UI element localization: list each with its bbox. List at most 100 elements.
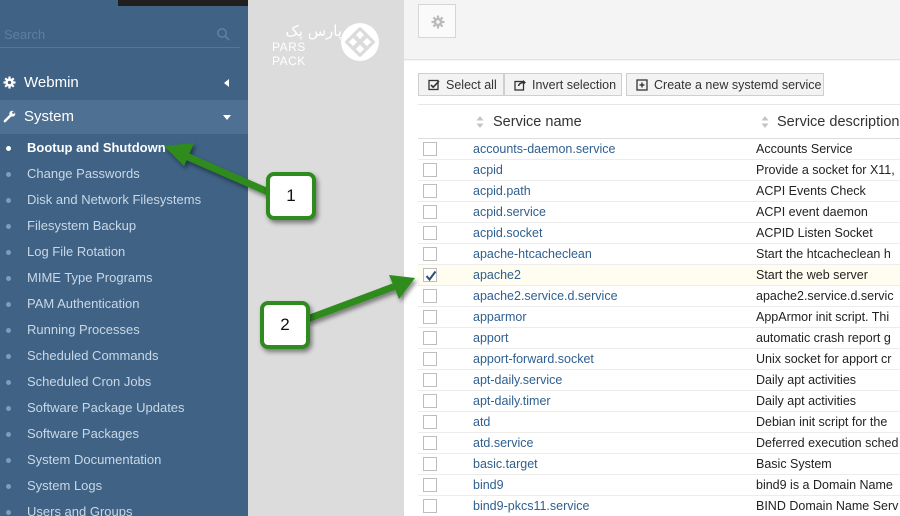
row-checkbox[interactable] [423, 394, 437, 408]
row-checkbox[interactable] [423, 499, 437, 513]
sort-icon[interactable] [476, 115, 484, 129]
service-name-link[interactable]: apparmor [473, 310, 527, 324]
create-systemd-service-label: Create a new systemd service [654, 78, 822, 92]
service-name-link[interactable]: basic.target [473, 457, 538, 471]
gear-icon [3, 76, 16, 89]
service-name-link[interactable]: atd.service [473, 436, 533, 450]
service-description: Start the htcacheclean h [756, 247, 891, 261]
sidebar-item-scheduled-cron-jobs[interactable]: Scheduled Cron Jobs [0, 370, 248, 396]
table-row[interactable]: apport-forward.socket Unix socket for app… [418, 349, 900, 370]
sidebar-item-scheduled-commands[interactable]: Scheduled Commands [0, 344, 248, 370]
search-box[interactable]: Search [0, 18, 240, 48]
search-input[interactable]: Search [4, 27, 45, 42]
sidebar-item-mime-type-programs[interactable]: MIME Type Programs [0, 266, 248, 292]
service-name-link[interactable]: apache-htcacheclean [473, 247, 592, 261]
table-row[interactable]: basic.target Basic System [418, 454, 900, 475]
row-checkbox[interactable] [423, 289, 437, 303]
annotation-callout-1: 1 [266, 172, 316, 220]
sidebar-item-users-and-groups[interactable]: Users and Groups [0, 500, 248, 516]
service-name-link[interactable]: bind9-pkcs11.service [473, 499, 590, 513]
row-checkbox[interactable] [423, 457, 437, 471]
sidebar-item-software-package-updates[interactable]: Software Package Updates [0, 396, 248, 422]
table-row[interactable]: atd.service Deferred execution sched [418, 433, 900, 454]
table-row[interactable]: acpid.socket ACPID Listen Socket [418, 223, 900, 244]
row-checkbox[interactable] [423, 436, 437, 450]
column-header-service-name[interactable]: Service name [493, 114, 582, 130]
bullet-icon [6, 198, 11, 203]
sidebar-section-webmin[interactable]: Webmin [0, 66, 248, 100]
logo-text-english: PARS PACK [272, 40, 306, 68]
sidebar-item-change-passwords[interactable]: Change Passwords [0, 162, 248, 188]
row-checkbox[interactable] [423, 247, 437, 261]
service-name-link[interactable]: apt-daily.timer [473, 394, 551, 408]
sort-icon[interactable] [761, 115, 769, 129]
row-checkbox[interactable] [423, 268, 437, 282]
sidebar-item-software-packages[interactable]: Software Packages [0, 422, 248, 448]
table-row[interactable]: acpid Provide a socket for X11, [418, 160, 900, 181]
create-systemd-service-button[interactable]: Create a new systemd service [626, 73, 824, 96]
service-name-link[interactable]: apache2.service.d.service [473, 289, 618, 303]
service-name-link[interactable]: accounts-daemon.service [473, 142, 615, 156]
plus-square-icon [636, 79, 648, 91]
share-square-icon [514, 80, 526, 91]
table-row[interactable]: accounts-daemon.service Accounts Service [418, 139, 900, 160]
sidebar-item-system-documentation[interactable]: System Documentation [0, 448, 248, 474]
row-checkbox[interactable] [423, 205, 437, 219]
row-checkbox[interactable] [423, 373, 437, 387]
service-name-link[interactable]: atd [473, 415, 490, 429]
table-row[interactable]: bind9-pkcs11.service BIND Domain Name Ser… [418, 496, 900, 516]
sidebar-item-bootup-and-shutdown[interactable]: Bootup and Shutdown [0, 136, 248, 162]
table-row[interactable]: apache2 Start the web server [418, 265, 900, 286]
service-name-link[interactable]: acpid.service [473, 205, 546, 219]
table-row[interactable]: bind9 bind9 is a Domain Name [418, 475, 900, 496]
service-description: Provide a socket for X11, [756, 163, 895, 177]
row-checkbox[interactable] [423, 478, 437, 492]
sidebar-item-running-processes[interactable]: Running Processes [0, 318, 248, 344]
row-checkbox[interactable] [423, 415, 437, 429]
table-row[interactable]: acpid.path ACPI Events Check [418, 181, 900, 202]
table-row[interactable]: apparmor AppArmor init script. Thi [418, 307, 900, 328]
row-checkbox[interactable] [423, 331, 437, 345]
table-row[interactable]: apt-daily.timer Daily apt activities [418, 391, 900, 412]
sidebar-item-label: Disk and Network Filesystems [27, 192, 202, 207]
service-name-link[interactable]: bind9 [473, 478, 504, 492]
check-square-icon [428, 79, 440, 91]
sidebar-item-pam-authentication[interactable]: PAM Authentication [0, 292, 248, 318]
service-description: Basic System [756, 457, 832, 471]
sidebar-section-system[interactable]: System [0, 100, 248, 134]
service-description: apache2.service.d.servic [756, 289, 894, 303]
service-description: Debian init script for the [756, 415, 888, 429]
logo-text: پارس پک PARS PACK [272, 22, 342, 68]
table-row[interactable]: atd Debian init script for the [418, 412, 900, 433]
service-name-link[interactable]: acpid [473, 163, 503, 177]
row-checkbox[interactable] [423, 184, 437, 198]
row-checkbox[interactable] [423, 163, 437, 177]
service-name-link[interactable]: apache2 [473, 268, 521, 282]
table-row[interactable]: apport automatic crash report g [418, 328, 900, 349]
service-name-link[interactable]: apport [473, 331, 508, 345]
table-row[interactable]: apache2.service.d.service apache2.service… [418, 286, 900, 307]
service-description: Daily apt activities [756, 373, 857, 387]
table-row[interactable]: apt-daily.service Daily apt activities [418, 370, 900, 391]
service-name-link[interactable]: apport-forward.socket [473, 352, 594, 366]
sidebar-item-log-file-rotation[interactable]: Log File Rotation [0, 240, 248, 266]
sidebar-item-label: System Logs [27, 478, 103, 493]
invert-selection-button[interactable]: Invert selection [504, 73, 622, 96]
sidebar-item-filesystem-backup[interactable]: Filesystem Backup [0, 214, 248, 240]
row-checkbox[interactable] [423, 142, 437, 156]
row-checkbox[interactable] [423, 310, 437, 324]
module-config-button[interactable] [418, 4, 456, 38]
row-checkbox[interactable] [423, 352, 437, 366]
service-name-link[interactable]: acpid.socket [473, 226, 542, 240]
search-icon[interactable] [216, 27, 230, 41]
row-checkbox[interactable] [423, 226, 437, 240]
select-all-button[interactable]: Select all [418, 73, 504, 96]
service-name-link[interactable]: apt-daily.service [473, 373, 562, 387]
table-row[interactable]: acpid.service ACPI event daemon [418, 202, 900, 223]
column-header-service-description[interactable]: Service description [777, 114, 900, 130]
table-row[interactable]: apache-htcacheclean Start the htcacheclea… [418, 244, 900, 265]
service-name-link[interactable]: acpid.path [473, 184, 531, 198]
sidebar-item-disk-and-network-filesystems[interactable]: Disk and Network Filesystems [0, 188, 248, 214]
sidebar-item-system-logs[interactable]: System Logs [0, 474, 248, 500]
annotation-callout-2: 2 [260, 301, 310, 349]
